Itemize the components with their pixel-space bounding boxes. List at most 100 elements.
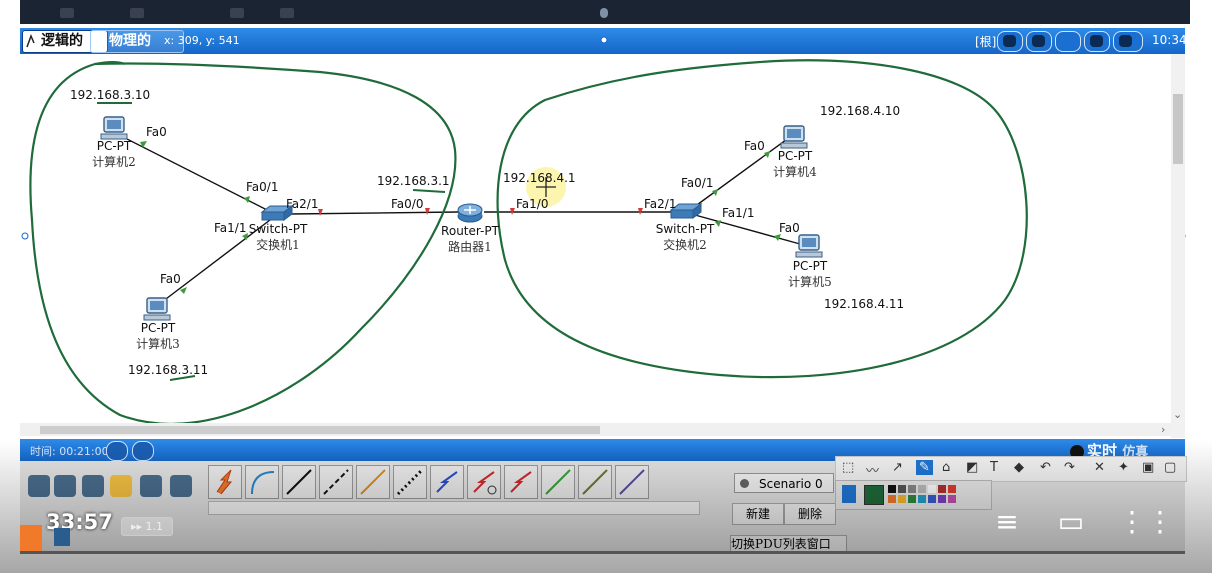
sim-time: 时间: 00:21:00 — [30, 445, 109, 458]
category-switch-icon[interactable] — [54, 475, 76, 497]
device-type: PC-PT — [792, 259, 828, 273]
comment-icon[interactable]: ▭ — [1054, 505, 1088, 538]
coaxial-cable-icon[interactable] — [430, 465, 464, 499]
window-icon[interactable]: ▢ — [1164, 460, 1176, 475]
scenario-select[interactable]: Scenario 0 — [734, 473, 834, 493]
color-swatch[interactable] — [888, 495, 896, 503]
router-label[interactable]: Router-PT 路由器1 — [438, 224, 502, 255]
fiber-cable-icon[interactable] — [356, 465, 390, 499]
text-icon[interactable]: T — [990, 460, 998, 475]
chevron-down-icon[interactable]: ⌄ — [1173, 408, 1182, 421]
scroll-thumb[interactable] — [40, 426, 600, 434]
color-swatch[interactable] — [928, 495, 936, 503]
chevron-right-icon[interactable]: › — [1161, 423, 1165, 436]
phone-cable-icon[interactable] — [393, 465, 427, 499]
grid-menu-icon[interactable]: ⋮⋮ — [1118, 505, 1174, 538]
category-connection-icon[interactable] — [110, 475, 132, 497]
vertical-scrollbar[interactable] — [1171, 54, 1185, 438]
device-list[interactable] — [208, 501, 700, 515]
serial-dce-cable-icon[interactable] — [467, 465, 501, 499]
color-swatch[interactable] — [888, 485, 896, 493]
scenario-value: Scenario 0 — [759, 477, 823, 491]
undo-icon[interactable]: ↶ — [1040, 460, 1051, 475]
power-cycle-button[interactable] — [106, 441, 128, 461]
router-icon[interactable] — [457, 203, 483, 223]
eraser-icon[interactable]: ◆ — [1014, 460, 1024, 475]
ink-loop-subnet4 — [496, 59, 1028, 379]
device-name: 交换机1 — [256, 238, 300, 252]
auto-cable-icon[interactable] — [208, 465, 242, 499]
crossover-cable-icon[interactable] — [319, 465, 353, 499]
color-swatch[interactable] — [898, 495, 906, 503]
ink-loop-subnet3 — [29, 62, 457, 425]
device-type: Switch-PT — [248, 222, 308, 236]
category-misc-icon[interactable] — [140, 475, 162, 497]
switch1-port-fa11: Fa1/1 — [214, 221, 247, 235]
resize-handle[interactable] — [21, 232, 29, 240]
fast-forward-button[interactable] — [132, 441, 154, 461]
cable-pc2-switch1[interactable] — [124, 137, 276, 215]
pc4-label[interactable]: PC-PT 计算机4 — [768, 149, 822, 180]
color-swatch[interactable] — [948, 495, 956, 503]
device-type: Router-PT — [441, 224, 499, 238]
save-icon[interactable]: ▣ — [1142, 460, 1154, 475]
arrow-icon[interactable]: ↗ — [892, 460, 903, 475]
device-name: 路由器1 — [448, 240, 492, 254]
annotation-toolbar: ⬚ 〰 ↗ ✎ ⌂ ◩ T ◆ ↶ ↷ ✕ ✦ ▣ ▢ — [835, 456, 1187, 482]
redo-icon[interactable]: ↷ — [1064, 460, 1075, 475]
horizontal-scrollbar[interactable] — [20, 423, 1171, 436]
color-palette — [835, 480, 992, 510]
color-swatch[interactable] — [918, 485, 926, 493]
freehand-icon[interactable]: 〰 — [866, 460, 879, 479]
pc2-label[interactable]: PC-PT 计算机2 — [89, 139, 139, 170]
pc-icon[interactable] — [100, 116, 128, 140]
pc3-label[interactable]: PC-PT 计算机3 — [133, 321, 183, 352]
new-scenario-button[interactable]: 新建 — [732, 503, 784, 525]
clear-icon[interactable]: ✕ — [1094, 460, 1105, 475]
color-swatch[interactable] — [938, 495, 946, 503]
console-cable-icon[interactable] — [245, 465, 279, 499]
category-cloud-icon[interactable] — [170, 475, 192, 497]
highlighter-icon[interactable]: ⌂ — [942, 460, 950, 475]
grid-icon[interactable] — [54, 528, 70, 546]
color-swatch[interactable] — [908, 495, 916, 503]
switch1-label[interactable]: Switch-PT 交换机1 — [246, 222, 310, 253]
playlist-icon[interactable]: ≡ — [990, 505, 1024, 538]
pc2-ip-label: 192.168.3.10 — [70, 88, 151, 102]
pen-icon[interactable]: ✎ — [916, 460, 933, 475]
lightning-icon[interactable] — [20, 525, 42, 551]
color-swatch[interactable] — [898, 485, 906, 493]
pc5-label[interactable]: PC-PT 计算机5 — [783, 259, 837, 290]
device-type: PC-PT — [96, 139, 132, 153]
pc-icon[interactable] — [780, 125, 808, 149]
octal-cable-icon[interactable] — [541, 465, 575, 499]
fill-icon[interactable]: ◩ — [966, 460, 978, 475]
cable-switch1-router[interactable] — [289, 211, 459, 215]
scroll-thumb[interactable] — [1173, 94, 1183, 164]
current-color-swatch[interactable] — [864, 485, 884, 505]
category-end-device-icon[interactable] — [82, 475, 104, 497]
pc5-ip-label: 192.168.4.11 — [824, 297, 905, 311]
device-name: 计算机4 — [773, 165, 817, 179]
iot-cable-icon[interactable] — [578, 465, 612, 499]
pc-icon[interactable] — [795, 234, 823, 258]
usb-cable-icon[interactable] — [615, 465, 649, 499]
color-swatch[interactable] — [938, 485, 946, 493]
color-swatch[interactable] — [948, 485, 956, 493]
color-swatch[interactable] — [918, 495, 926, 503]
serial-dte-cable-icon[interactable] — [504, 465, 538, 499]
resize-handle[interactable] — [600, 36, 608, 44]
pin-icon[interactable]: ✦ — [1118, 460, 1129, 475]
pc-icon[interactable] — [143, 297, 171, 321]
select-icon[interactable]: ⬚ — [842, 460, 854, 475]
palette-toggle[interactable] — [842, 485, 856, 503]
category-router-icon[interactable] — [28, 475, 50, 497]
device-name: 交换机2 — [663, 238, 707, 252]
delete-scenario-button[interactable]: 删除 — [784, 503, 836, 525]
straight-cable-icon[interactable] — [282, 465, 316, 499]
switch2-label[interactable]: Switch-PT 交换机2 — [653, 222, 717, 253]
color-swatch[interactable] — [908, 485, 916, 493]
playback-speed[interactable]: ▸▸ 1.1 — [121, 517, 173, 536]
switch2-port-fa01: Fa0/1 — [681, 176, 714, 190]
color-swatch[interactable] — [928, 485, 936, 493]
